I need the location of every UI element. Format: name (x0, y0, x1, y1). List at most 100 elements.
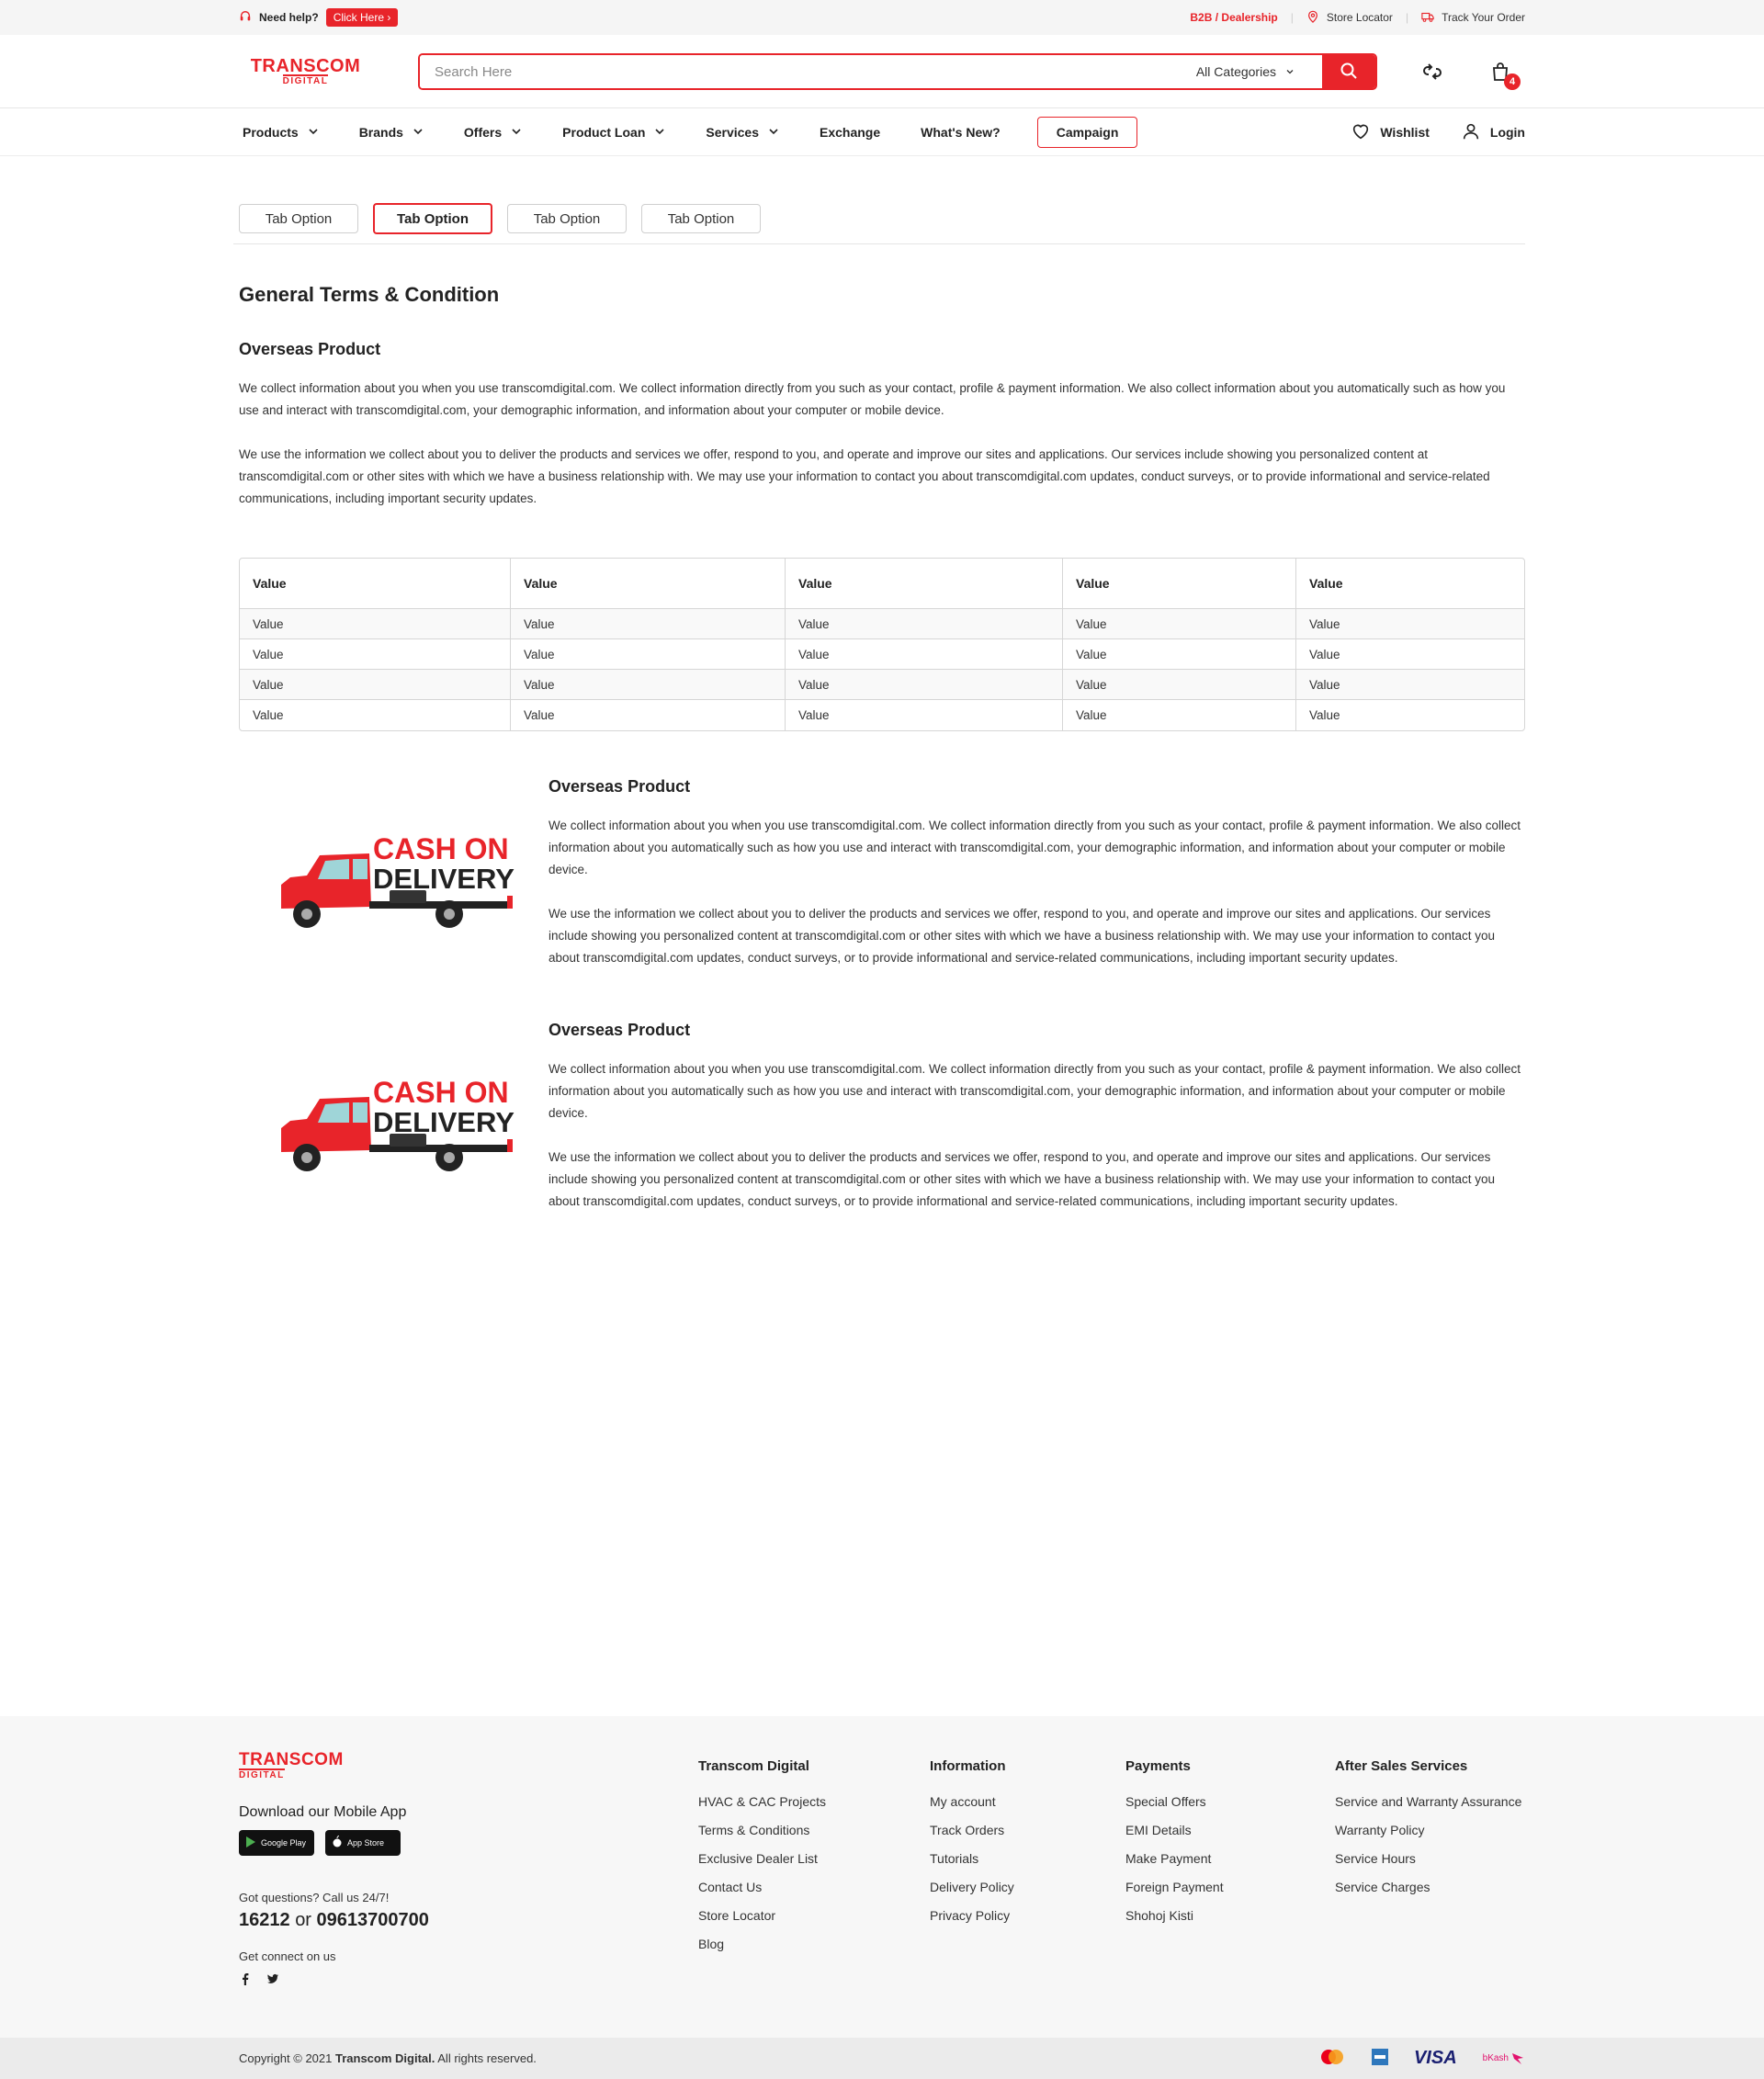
footer-link[interactable]: HVAC & CAC Projects (698, 1794, 930, 1809)
top-links: B2B / Dealership | Store Locator | Track… (1190, 10, 1525, 26)
feature-title: Overseas Product (548, 777, 691, 796)
table-cell: Value (240, 639, 511, 670)
footer-link[interactable]: Delivery Policy (930, 1880, 1125, 1894)
section-title: Overseas Product (239, 340, 381, 358)
connect-label: Get connect on us (239, 1949, 336, 1963)
campaign-button[interactable]: Campaign (1036, 117, 1138, 148)
nav-whats-new[interactable]: What's New? (917, 125, 1004, 140)
compare-button[interactable] (1421, 61, 1443, 83)
table-row: Value Value Value Value Value (240, 639, 1524, 670)
table-cell: Value (786, 609, 1063, 639)
search-input[interactable] (420, 55, 1178, 88)
twitter-icon[interactable] (266, 1972, 279, 1988)
tab-option-4[interactable]: Tab Option (641, 204, 761, 233)
table-row: Value Value Value Value Value (240, 670, 1524, 700)
page-title: General Terms & Condition (239, 283, 500, 306)
tab-bar: Tab Option Tab Option Tab Option Tab Opt… (233, 156, 1525, 244)
footer-link[interactable]: Service and Warranty Assurance (1335, 1794, 1521, 1809)
footer-link[interactable]: Track Orders (930, 1823, 1125, 1837)
table-row: Value Value Value Value Value (240, 700, 1524, 730)
feature-block: CASH ON DELIVERY Overseas Product We col… (239, 777, 1525, 969)
footer-column-transcom: Transcom Digital HVAC & CAC Projects Ter… (698, 1753, 930, 1988)
footer-link[interactable]: My account (930, 1794, 1125, 1809)
copyright-text: Copyright © 2021 Transcom Digital. All r… (239, 2051, 537, 2065)
footer-link[interactable]: EMI Details (1125, 1823, 1335, 1837)
tab-option-1[interactable]: Tab Option (239, 204, 358, 233)
footer-link[interactable]: Tutorials (930, 1851, 1125, 1866)
wishlist-link[interactable]: Wishlist (1351, 121, 1430, 144)
b2b-link[interactable]: B2B / Dealership (1190, 11, 1277, 24)
search-button[interactable] (1322, 55, 1375, 88)
social-links (239, 1972, 698, 1988)
mastercard-icon (1318, 2048, 1346, 2069)
chevron-down-icon (413, 125, 424, 140)
footer-link[interactable]: Special Offers (1125, 1794, 1335, 1809)
store-locator-link[interactable]: Store Locator (1306, 10, 1393, 26)
facebook-icon[interactable] (239, 1972, 252, 1988)
table-cell: Value (786, 700, 1063, 730)
header-icons: 4 (1421, 61, 1521, 90)
footer: TRANSCOM DIGITAL Download our Mobile App… (0, 1716, 1764, 2038)
search-bar: All Categories (418, 53, 1377, 90)
phone-secondary[interactable]: 09613700700 (317, 1910, 429, 1930)
help-section: Need help? Click Here › (239, 8, 399, 27)
nav-services[interactable]: Services (702, 125, 783, 140)
footer-link[interactable]: Exclusive Dealer List (698, 1851, 930, 1866)
footer-link[interactable]: Store Locator (698, 1908, 930, 1923)
nav-exchange[interactable]: Exchange (816, 125, 884, 140)
footer-link[interactable]: Service Charges (1335, 1880, 1521, 1894)
table-cell: Value (1063, 609, 1296, 639)
table-header: Value (511, 559, 786, 609)
footer-link[interactable]: Foreign Payment (1125, 1880, 1335, 1894)
cod-line2: DELIVERY (373, 863, 514, 895)
footer-column-after-sales: After Sales Services Service and Warrant… (1335, 1758, 1522, 1894)
footer-link[interactable]: Terms & Conditions (698, 1823, 930, 1837)
footer-link[interactable]: Privacy Policy (930, 1908, 1125, 1923)
map-pin-icon (1306, 10, 1319, 26)
footer-link[interactable]: Blog (698, 1937, 930, 1951)
tab-option-2[interactable]: Tab Option (373, 203, 492, 234)
table-header: Value (1063, 559, 1296, 609)
table-header: Value (240, 559, 511, 609)
login-link[interactable]: Login (1461, 121, 1525, 144)
phone-numbers: 16212 or 09613700700 (239, 1910, 429, 1930)
table-header-row: Value Value Value Value Value (240, 559, 1524, 609)
table-header: Value (786, 559, 1063, 609)
app-store-button[interactable]: App Store (325, 1830, 401, 1856)
nav-product-loan[interactable]: Product Loan (559, 125, 669, 140)
table-cell: Value (240, 609, 511, 639)
footer-link[interactable]: Make Payment (1125, 1851, 1335, 1866)
values-table: Value Value Value Value Value Value Value… (239, 558, 1525, 731)
table-cell: Value (1063, 639, 1296, 670)
tab-option-3[interactable]: Tab Option (507, 204, 627, 233)
compare-icon (1421, 63, 1443, 85)
footer-column-payments: Payments Special Offers EMI Details Make… (1125, 1753, 1335, 1988)
copyright-bar: Copyright © 2021 Transcom Digital. All r… (0, 2038, 1764, 2079)
top-bar: Need help? Click Here › B2B / Dealership… (0, 0, 1764, 35)
table-cell: Value (240, 670, 511, 700)
search-icon (1340, 62, 1358, 83)
nav-brands[interactable]: Brands (356, 125, 427, 140)
nav-products[interactable]: Products (239, 125, 322, 140)
footer-brand: TRANSCOM DIGITAL Download our Mobile App… (239, 1751, 698, 1988)
track-order-link[interactable]: Track Your Order (1421, 10, 1525, 26)
cod-line2: DELIVERY (373, 1106, 514, 1138)
footer-link[interactable]: Contact Us (698, 1880, 930, 1894)
nav-offers[interactable]: Offers (460, 125, 526, 140)
payment-methods: VISA bKash (1318, 2048, 1525, 2069)
footer-column-information: Information My account Track Orders Tuto… (930, 1753, 1125, 1988)
truck-icon (1421, 10, 1434, 26)
click-here-button[interactable]: Click Here › (325, 8, 399, 27)
paragraph: We collect information about you when yo… (548, 819, 1521, 876)
footer-link[interactable]: Service Hours (1335, 1851, 1521, 1866)
footer-link[interactable]: Warranty Policy (1335, 1823, 1521, 1837)
table-cell: Value (511, 609, 786, 639)
cart-button[interactable]: 4 (1489, 61, 1521, 90)
footer-link[interactable]: Shohoj Kisti (1125, 1908, 1335, 1923)
phone-primary[interactable]: 16212 (239, 1910, 290, 1930)
site-logo[interactable]: TRANSCOM DIGITAL (239, 57, 372, 86)
paragraph: We use the information we collect about … (548, 1150, 1496, 1208)
google-play-button[interactable]: Google Play (239, 1830, 314, 1856)
category-select[interactable]: All Categories (1178, 64, 1322, 79)
footer-logo[interactable]: TRANSCOM DIGITAL (239, 1751, 363, 1780)
